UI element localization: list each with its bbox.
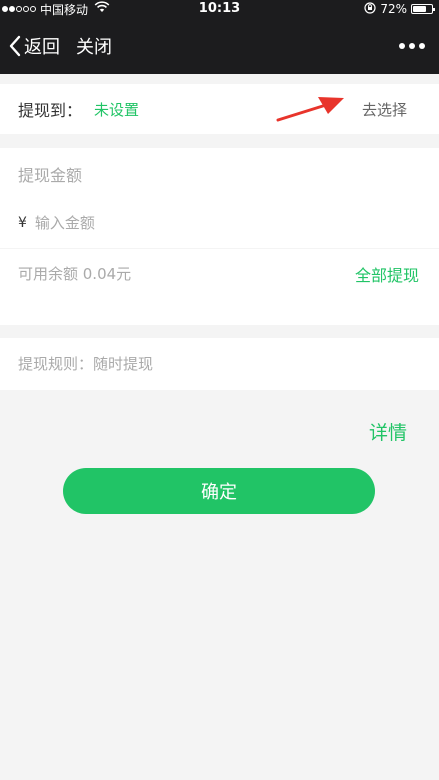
withdraw-all-button[interactable]: 全部提现 [355,262,419,286]
status-right: 72% [364,0,435,18]
amount-title: 提现金额 [18,166,83,185]
back-button[interactable]: 返回 [8,18,60,74]
withdraw-target-label: 提现到： [18,101,83,120]
withdraw-rules: 提现规则：随时提现 [18,355,154,373]
details-link[interactable]: 详情 [369,418,407,445]
annotation-arrow-icon [276,97,344,122]
chevron-left-icon [9,35,21,57]
battery-icon [411,4,435,14]
withdraw-target-value: 未设置 [94,100,140,119]
back-label: 返回 [24,37,60,58]
status-bar: 中国移动 10:13 72% [0,0,439,18]
confirm-button[interactable]: 确定 [63,468,375,514]
amount-card: 提现金额 ¥ [0,148,439,248]
rotation-lock-icon [364,1,376,17]
choose-account-link[interactable]: 去选择 [362,99,407,120]
close-button[interactable]: 关闭 [76,18,112,74]
withdraw-target-row[interactable]: 提现到： 未设置 去选择 [0,84,439,134]
currency-symbol: ¥ [18,215,27,231]
amount-input-row: ¥ [18,212,395,234]
balance-row: 可用余额 0.04元 全部提现 [0,249,439,325]
more-dots-icon[interactable] [399,18,425,74]
available-balance: 可用余额 0.04元 [18,265,132,283]
amount-input[interactable] [34,214,395,232]
nav-bar: 返回 关闭 [0,18,439,74]
battery-percent: 72% [380,2,407,16]
rules-row: 提现规则：随时提现 [0,338,439,390]
